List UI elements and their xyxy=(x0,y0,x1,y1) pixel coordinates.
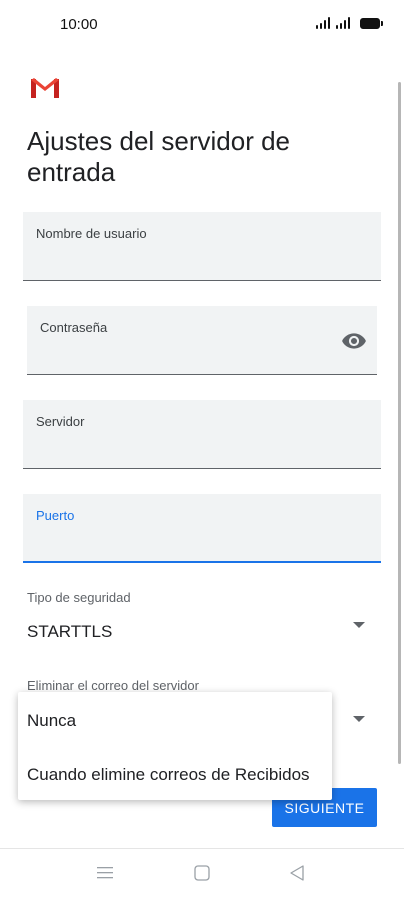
back-icon[interactable] xyxy=(289,865,305,881)
dropdown-arrow-icon[interactable] xyxy=(353,622,365,628)
dropdown-arrow-icon-2[interactable] xyxy=(353,716,365,722)
page-title: Ajustes del servidor de entrada xyxy=(27,126,291,187)
menu-item-never[interactable]: Nunca xyxy=(27,711,76,731)
menu-icon[interactable] xyxy=(97,866,113,880)
status-icons xyxy=(316,17,383,29)
password-input[interactable] xyxy=(40,347,333,366)
port-label: Puerto xyxy=(36,508,75,523)
signal-icon-2 xyxy=(336,17,350,29)
security-type-select[interactable]: STARTTLS xyxy=(27,622,112,642)
security-type-label: Tipo de seguridad xyxy=(27,590,131,605)
signal-icon xyxy=(316,17,330,29)
server-field[interactable]: Servidor xyxy=(23,400,381,469)
delete-from-server-label: Eliminar el correo del servidor xyxy=(27,678,199,693)
password-label: Contraseña xyxy=(40,320,108,335)
password-field[interactable]: Contraseña xyxy=(27,306,377,375)
navigation-bar xyxy=(0,848,404,898)
server-label: Servidor xyxy=(36,414,85,429)
delete-options-menu: Nunca Cuando elimine correos de Recibido… xyxy=(18,692,332,800)
username-label: Nombre de usuario xyxy=(36,226,147,241)
status-bar: 10:00 xyxy=(0,0,404,52)
menu-item-when-deleted-from-inbox[interactable]: Cuando elimine correos de Recibidos xyxy=(27,765,310,785)
port-field[interactable]: Puerto xyxy=(23,494,381,563)
eye-icon[interactable] xyxy=(341,328,367,354)
status-time: 10:00 xyxy=(60,16,98,33)
port-input[interactable] xyxy=(36,534,368,553)
home-icon[interactable] xyxy=(194,865,210,881)
battery-icon xyxy=(360,18,383,29)
gmail-logo xyxy=(31,78,59,98)
scrollbar[interactable] xyxy=(398,82,401,764)
server-input[interactable] xyxy=(36,441,368,460)
username-input[interactable] xyxy=(36,253,368,272)
username-field[interactable]: Nombre de usuario xyxy=(23,212,381,281)
